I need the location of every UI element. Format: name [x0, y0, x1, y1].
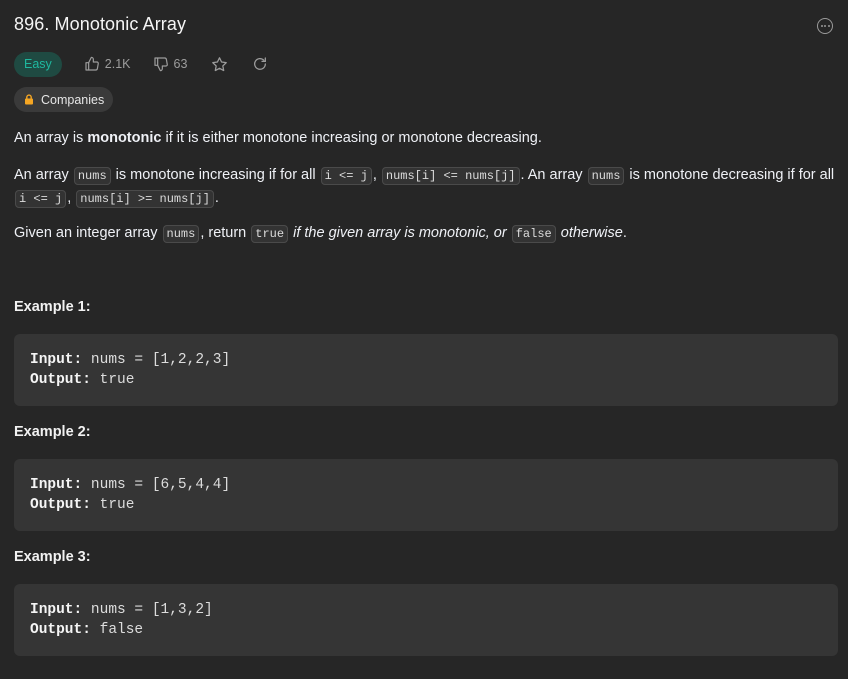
input-value: nums = [1,3,2] [82, 602, 213, 618]
refresh-icon [254, 57, 267, 70]
example-2-box: Input: nums = [6,5,4,4] Output: true [14, 459, 838, 531]
text: . An array [520, 167, 587, 183]
input-value: nums = [1,2,2,3] [82, 352, 231, 368]
example-3-box: Input: nums = [1,3,2] Output: false [14, 584, 838, 656]
text: , return [200, 225, 251, 241]
inline-code: nums[i] <= nums[j] [381, 167, 520, 185]
star-icon [212, 56, 228, 71]
text: . [622, 225, 627, 241]
thumbs-down-icon [153, 57, 168, 72]
inline-code: nums [587, 167, 625, 185]
dislike-count: 63 [173, 57, 188, 71]
inline-code: true [251, 225, 289, 243]
bold-term: monotonic [87, 130, 162, 146]
description-paragraph-1: An array is monotonic if it is either mo… [14, 127, 844, 149]
input-label: Input: [30, 352, 83, 368]
inline-code: i <= j [15, 190, 67, 208]
problem-title: 896. Monotonic Array [14, 14, 187, 34]
input-label: Input: [30, 602, 83, 618]
text: . [214, 190, 219, 206]
description-paragraph-3: Given an integer array nums, return true… [14, 222, 844, 245]
inline-code: nums [73, 167, 111, 185]
output-value: true [90, 497, 135, 513]
example-1-box: Input: nums = [1,2,2,3] Output: true [14, 334, 838, 406]
text: is monotone decreasing if for all [625, 167, 835, 183]
companies-label: Companies [41, 92, 105, 107]
text: , [372, 167, 381, 183]
problem-meta-bar: Easy 2.1K 63 [14, 51, 268, 77]
inline-code: false [511, 225, 556, 243]
output-value: false [90, 622, 144, 638]
inline-code: nums[i] >= nums[j] [76, 190, 214, 208]
like-button[interactable]: 2.1K [84, 56, 131, 72]
text: Given an integer array [14, 225, 162, 241]
favorite-button[interactable] [211, 56, 228, 73]
example-3-heading: Example 3: [14, 549, 91, 565]
output-label: Output: [30, 622, 91, 638]
example-2-heading: Example 2: [14, 424, 91, 440]
thumbs-up-icon [85, 56, 99, 71]
lock-icon [24, 94, 34, 105]
text: , [67, 190, 76, 206]
text: is monotone increasing if for all [111, 167, 320, 183]
text: An array is [14, 130, 88, 146]
difficulty-badge[interactable]: Easy [14, 51, 62, 77]
italic-text: if the given array is monotonic, or [289, 225, 511, 241]
companies-button[interactable]: Companies [14, 87, 114, 112]
like-count: 2.1K [104, 57, 131, 71]
input-label: Input: [30, 477, 83, 493]
inline-code: nums [162, 225, 200, 243]
inline-code: i <= j [320, 167, 372, 185]
description-paragraph-2: An array nums is monotone increasing if … [14, 164, 844, 210]
more-icon[interactable] [817, 18, 833, 34]
input-value: nums = [6,5,4,4] [82, 477, 231, 493]
text: An array [14, 167, 73, 183]
example-1-heading: Example 1: [14, 299, 91, 315]
output-label: Output: [30, 372, 91, 388]
output-value: true [90, 372, 135, 388]
text: if it is either monotone increasing or m… [161, 130, 542, 146]
italic-text: otherwise [556, 225, 623, 241]
reset-button[interactable] [252, 56, 268, 72]
output-label: Output: [30, 497, 91, 513]
dislike-button[interactable]: 63 [153, 56, 188, 72]
